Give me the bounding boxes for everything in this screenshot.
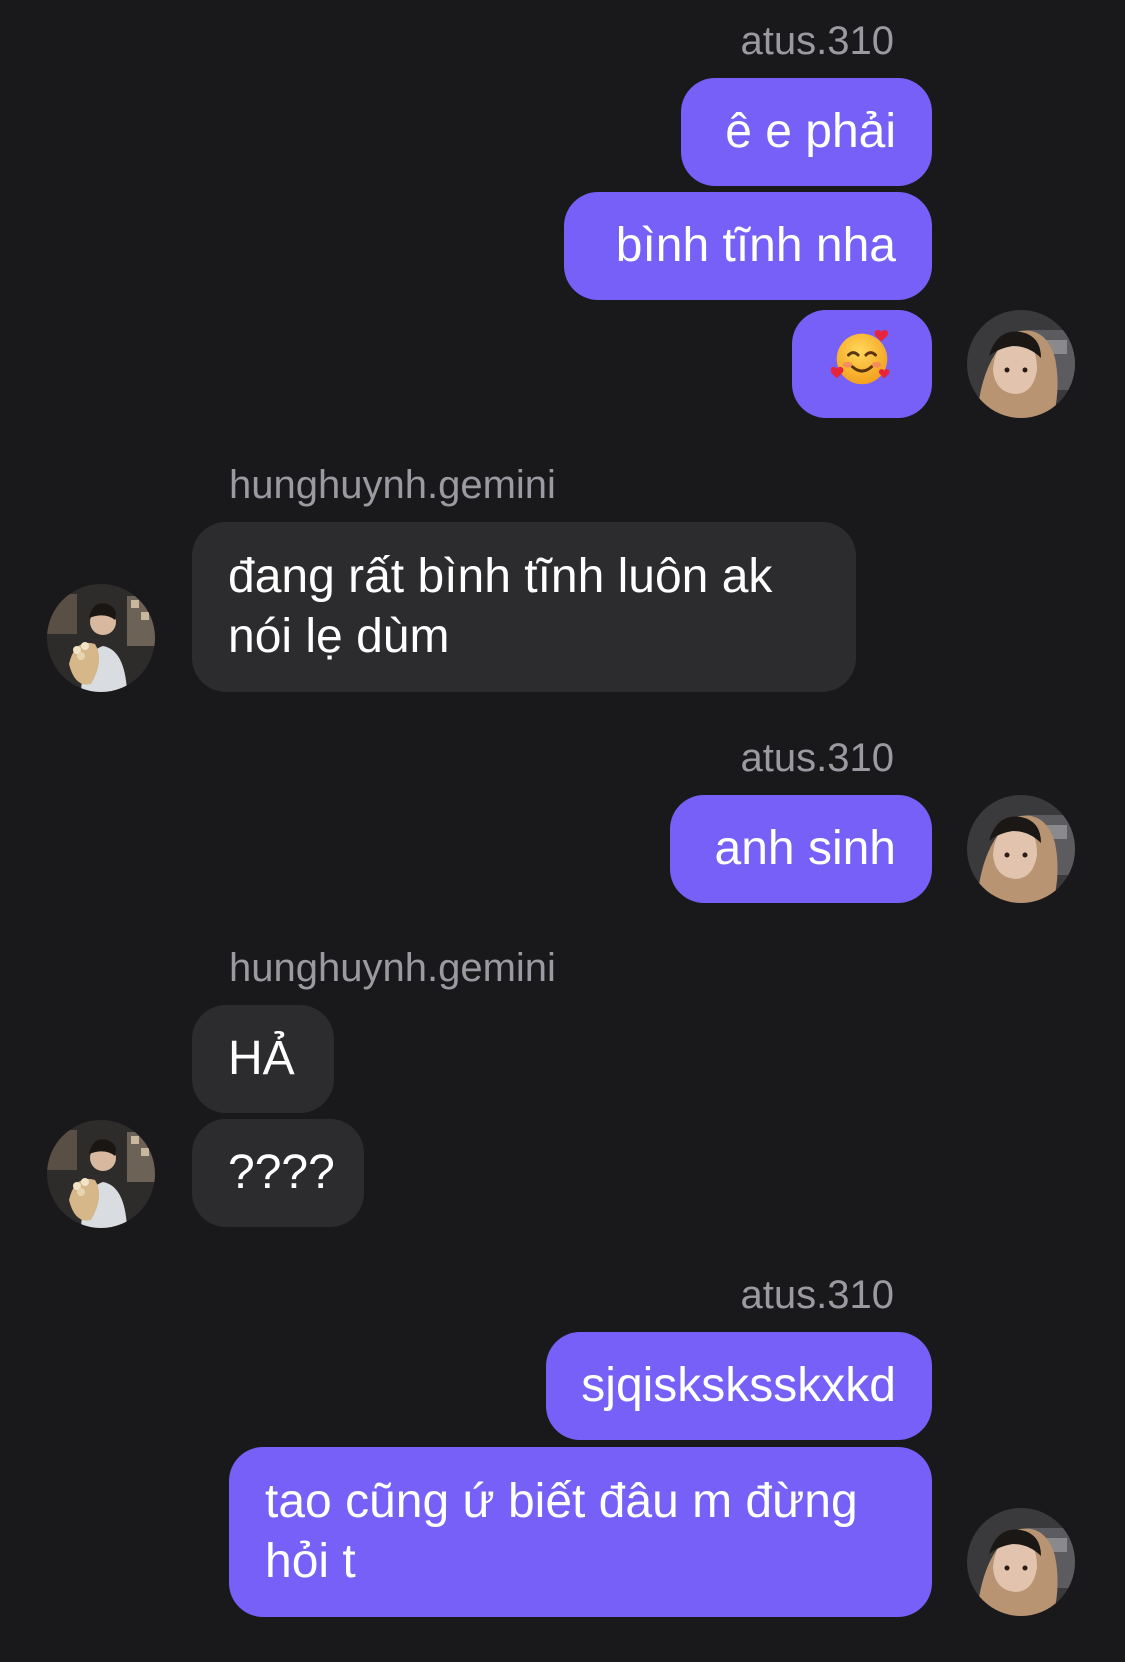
- profile-photo-hoodie-icon: [967, 795, 1075, 903]
- profile-photo-flowers-icon: [47, 1120, 155, 1228]
- message-bubble-outgoing[interactable]: [792, 310, 932, 418]
- avatar-atus[interactable]: [967, 795, 1075, 903]
- message-text-line: nói lẹ dùm: [228, 610, 450, 663]
- sender-username: atus.310: [740, 736, 894, 780]
- message-text: ????: [228, 1146, 335, 1199]
- message-bubble-incoming[interactable]: ????: [192, 1119, 364, 1227]
- avatar-hunghuynh[interactable]: [47, 1120, 155, 1228]
- profile-photo-flowers-icon: [47, 584, 155, 692]
- profile-photo-hoodie-icon: [967, 310, 1075, 418]
- smiling-face-with-hearts-icon: [830, 326, 893, 403]
- avatar-hunghuynh[interactable]: [47, 584, 155, 692]
- message-text: HẢ: [228, 1032, 295, 1085]
- avatar-atus[interactable]: [967, 1508, 1075, 1616]
- message-bubble-outgoing[interactable]: tao cũng ứ biết đâu m đừng hỏi t: [229, 1447, 932, 1617]
- message-text-line: hỏi t: [265, 1535, 356, 1588]
- avatar-atus[interactable]: [967, 310, 1075, 418]
- message-bubble-outgoing[interactable]: anh sinh: [670, 795, 932, 903]
- sender-username: hunghuynh.gemini: [229, 463, 556, 507]
- message-bubble-outgoing[interactable]: ê e phải: [681, 78, 932, 186]
- message-text: sjqisksksskxkd: [581, 1359, 896, 1412]
- message-text-line: tao cũng ứ biết đâu m đừng: [265, 1475, 858, 1528]
- message-bubble-incoming[interactable]: đang rất bình tĩnh luôn ak nói lẹ dùm: [192, 522, 856, 692]
- message-bubble-outgoing[interactable]: sjqisksksskxkd: [546, 1332, 932, 1440]
- sender-username: atus.310: [740, 1273, 894, 1317]
- sender-username: hunghuynh.gemini: [229, 946, 556, 990]
- message-text: ê e phải: [725, 105, 896, 158]
- message-bubble-incoming[interactable]: HẢ: [192, 1005, 334, 1113]
- message-bubble-outgoing[interactable]: bình tĩnh nha: [564, 192, 932, 300]
- chat-thread[interactable]: atus.310 ê e phải bình tĩnh nha hunghuyn…: [0, 0, 1125, 1662]
- message-text-line: đang rất bình tĩnh luôn ak: [228, 550, 773, 603]
- message-text: bình tĩnh nha: [615, 219, 896, 272]
- sender-username: atus.310: [740, 19, 894, 63]
- message-text: anh sinh: [714, 822, 896, 875]
- profile-photo-hoodie-icon: [967, 1508, 1075, 1616]
